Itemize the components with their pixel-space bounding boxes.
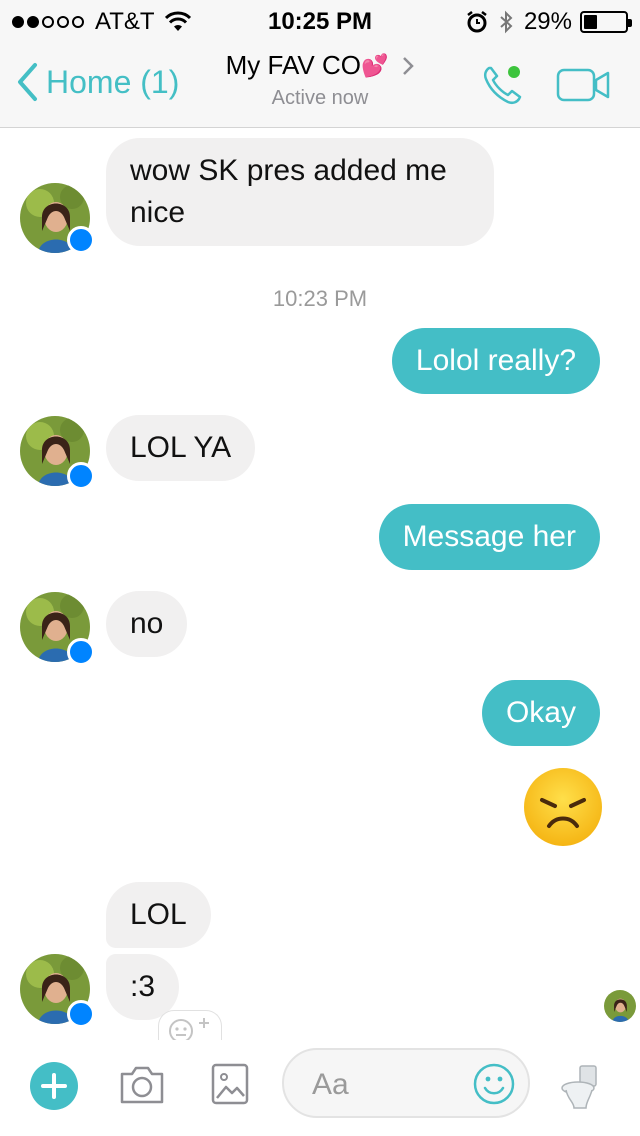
message-input[interactable]: Aa [282,1048,530,1118]
message-line: wow SK pres added me [130,154,447,187]
conversation-title-block[interactable]: My FAV CO 💕 Active now [200,50,440,110]
avatar-image [604,990,636,1022]
messenger-badge-icon [67,226,95,254]
messenger-badge-icon [67,462,95,490]
back-chevron-icon [18,63,37,101]
gallery-button[interactable] [210,1062,250,1106]
camera-button[interactable] [118,1064,166,1106]
title-emoji: 💕 [360,52,389,78]
gallery-icon [211,1063,249,1105]
message-line: nice [130,196,186,229]
alarm-icon [467,11,487,33]
toilet-icon [561,1065,597,1109]
video-icon [556,68,610,102]
battery-percent: 29% [523,8,572,35]
plus-icon [41,1073,67,1099]
read-receipt-avatar [604,990,636,1022]
video-call-button[interactable] [556,68,612,102]
incoming-message[interactable]: no [106,591,188,657]
active-indicator-dot [508,66,520,78]
voice-call-button[interactable] [480,62,528,108]
quick-reaction-button[interactable] [560,1062,600,1112]
status-bar: AT&T 10:25 PM 29% [0,0,640,40]
message-input-placeholder: Aa [312,1068,349,1101]
status-right: 29% [466,8,632,36]
back-label: Home (1) [46,63,180,100]
camera-icon [120,1066,164,1104]
active-status: Active now [271,87,369,109]
incoming-message[interactable]: LOL [106,882,211,948]
battery-fill [584,15,597,29]
outgoing-message[interactable]: Message her [378,504,600,570]
disappointed-face-emoji[interactable] [522,766,604,848]
add-reaction-icon [169,1018,209,1040]
incoming-message[interactable]: wow SK pres added me nice [106,138,494,246]
bluetooth-icon [500,10,513,34]
message-timestamp: 10:23 PM [272,286,368,311]
outgoing-message[interactable]: Okay [481,680,600,746]
battery-icon [580,11,632,33]
emoji-button[interactable] [472,1062,516,1106]
back-button[interactable]: Home (1) [16,62,179,102]
messenger-badge-icon [67,1000,95,1028]
outgoing-message[interactable]: Lolol really? [391,328,600,394]
conversation-title: My FAV CO 💕 [200,50,440,81]
messenger-badge-icon [67,638,95,666]
battery-nub [628,19,632,27]
smiley-icon [473,1063,515,1105]
message-thread[interactable]: wow SK pres added me nice 10:23 PM Lolol… [0,128,640,1040]
incoming-message[interactable]: LOL YA [106,415,256,481]
title-chevron-icon [403,56,415,75]
phone-icon [483,66,522,105]
more-actions-button[interactable] [30,1062,78,1110]
add-reaction-button[interactable] [158,1010,222,1040]
composer-bar: Aa [0,1040,640,1136]
conversation-name: My FAV CO [225,50,361,80]
conversation-header: Home (1) My FAV CO 💕 Active now [0,40,640,128]
